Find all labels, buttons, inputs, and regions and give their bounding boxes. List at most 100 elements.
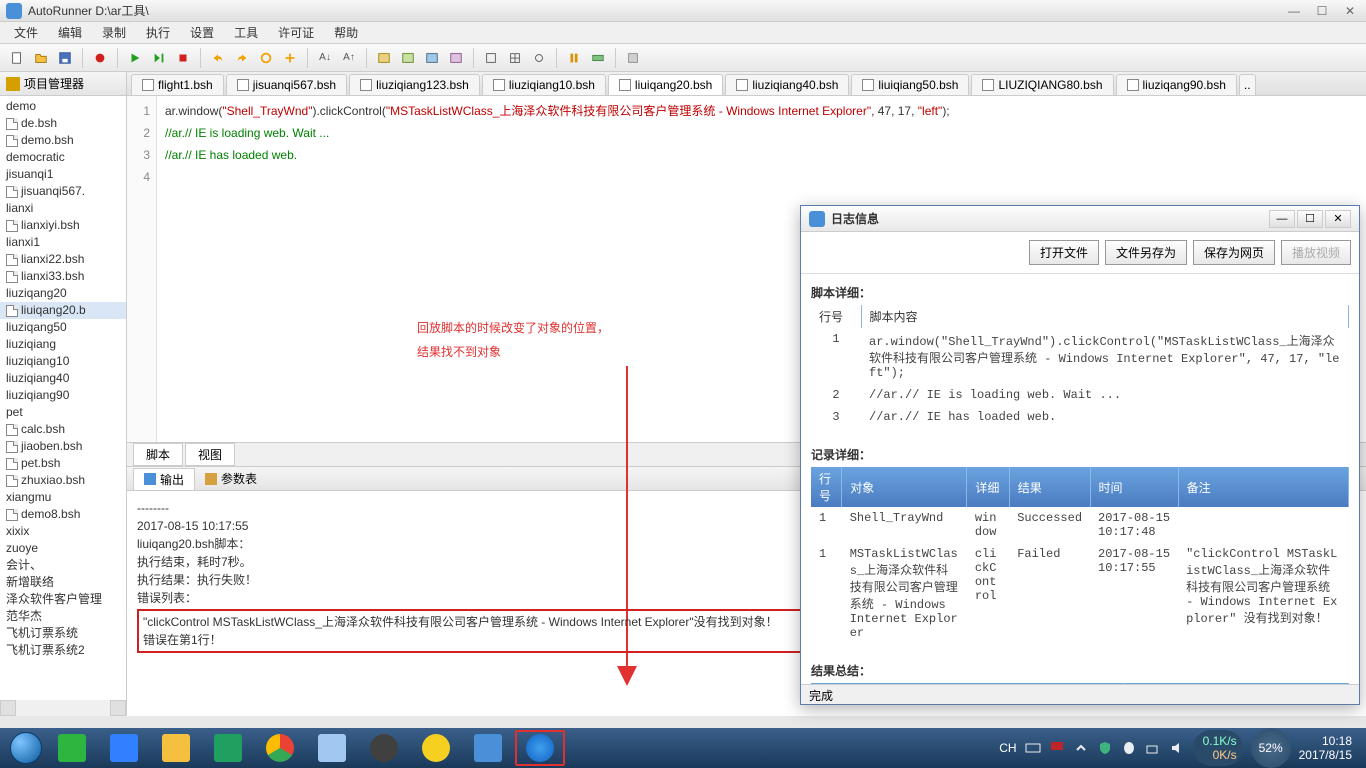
menu-item[interactable]: 工具 bbox=[224, 22, 268, 43]
log-minimize-button[interactable]: — bbox=[1269, 210, 1295, 228]
sidebar-item[interactable]: pet.bsh bbox=[0, 455, 126, 472]
log-titlebar[interactable]: 日志信息 — ☐ ✕ bbox=[801, 206, 1359, 232]
sidebar-item[interactable]: liuziqiang40 bbox=[0, 370, 126, 387]
open-file-button[interactable]: 打开文件 bbox=[1029, 240, 1099, 265]
qq-icon[interactable] bbox=[1121, 740, 1137, 756]
save-button[interactable] bbox=[54, 47, 76, 69]
close-button[interactable]: ✕ bbox=[1340, 4, 1360, 18]
sidebar-item[interactable]: liuziqang20 bbox=[0, 285, 126, 302]
toolI-button[interactable] bbox=[622, 47, 644, 69]
menu-item[interactable]: 设置 bbox=[180, 22, 224, 43]
toolE-button[interactable] bbox=[480, 47, 502, 69]
menu-item[interactable]: 执行 bbox=[136, 22, 180, 43]
editor-tab[interactable]: LIUZIQIANG80.bsh bbox=[971, 74, 1113, 95]
sidebar-item[interactable]: demo bbox=[0, 98, 126, 115]
task-explorer[interactable] bbox=[151, 730, 201, 766]
minimize-button[interactable]: — bbox=[1284, 4, 1304, 18]
sidebar-item[interactable]: xixix bbox=[0, 523, 126, 540]
font-smaller-button[interactable]: A↓ bbox=[314, 47, 336, 69]
sidebar-item[interactable]: liuziqang50 bbox=[0, 319, 126, 336]
sidebar-item[interactable]: 飞机订票系统 bbox=[0, 625, 126, 642]
sidebar-item[interactable]: xiangmu bbox=[0, 489, 126, 506]
tab-output[interactable]: 输出 bbox=[133, 468, 195, 490]
task-autorunner[interactable] bbox=[463, 730, 513, 766]
editor-tab[interactable]: liuziqiang123.bsh bbox=[349, 74, 480, 95]
sidebar-item[interactable]: 范华杰 bbox=[0, 608, 126, 625]
tab-params[interactable]: 参数表 bbox=[195, 468, 267, 489]
play-video-button[interactable]: 播放视频 bbox=[1281, 240, 1351, 265]
maximize-button[interactable]: ☐ bbox=[1312, 4, 1332, 18]
keyboard-icon[interactable] bbox=[1025, 740, 1041, 756]
record-button[interactable] bbox=[89, 47, 111, 69]
sidebar-item[interactable]: liuziqiang bbox=[0, 336, 126, 353]
save-as-button[interactable]: 文件另存为 bbox=[1105, 240, 1187, 265]
redo-button[interactable] bbox=[231, 47, 253, 69]
save-html-button[interactable]: 保存为网页 bbox=[1193, 240, 1275, 265]
tab-script[interactable]: 脚本 bbox=[133, 443, 183, 466]
task-chrome[interactable] bbox=[255, 730, 305, 766]
sidebar-item[interactable]: 新增联络 bbox=[0, 574, 126, 591]
toolF-button[interactable] bbox=[504, 47, 526, 69]
task-notepad[interactable] bbox=[307, 730, 357, 766]
sidebar-item[interactable]: jiaoben.bsh bbox=[0, 438, 126, 455]
run-button[interactable] bbox=[124, 47, 146, 69]
network-icon[interactable] bbox=[1145, 740, 1161, 756]
editor-tab[interactable]: liuziqang90.bsh bbox=[1116, 74, 1237, 95]
sidebar-item[interactable]: liuziqiang10 bbox=[0, 353, 126, 370]
scroll-right-button[interactable] bbox=[110, 700, 126, 716]
toolC-button[interactable] bbox=[421, 47, 443, 69]
task-app2[interactable] bbox=[411, 730, 461, 766]
sidebar-item[interactable]: liuiqang20.b bbox=[0, 302, 126, 319]
sidebar-item[interactable]: de.bsh bbox=[0, 115, 126, 132]
log-close-button[interactable]: ✕ bbox=[1325, 210, 1351, 228]
sidebar-item[interactable]: demo8.bsh bbox=[0, 506, 126, 523]
scroll-left-button[interactable] bbox=[0, 700, 16, 716]
toolD-button[interactable] bbox=[445, 47, 467, 69]
sidebar-item[interactable]: liuziqiang90 bbox=[0, 387, 126, 404]
sidebar-item[interactable]: zuoye bbox=[0, 540, 126, 557]
task-wechat[interactable] bbox=[47, 730, 97, 766]
sidebar-item[interactable]: calc.bsh bbox=[0, 421, 126, 438]
editor-tab[interactable]: liuziqiang10.bsh bbox=[482, 74, 606, 95]
editor-tab[interactable]: liuiqiang50.bsh bbox=[851, 74, 969, 95]
sidebar-item[interactable]: 泽众软件客户管理 bbox=[0, 591, 126, 608]
toolG-button[interactable] bbox=[528, 47, 550, 69]
log-window[interactable]: 日志信息 — ☐ ✕ 打开文件 文件另存为 保存为网页 播放视频 脚本详细： 行… bbox=[800, 205, 1360, 705]
sidebar-item[interactable]: lianxi bbox=[0, 200, 126, 217]
sidebar-item[interactable]: pet bbox=[0, 404, 126, 421]
toolH-button[interactable] bbox=[587, 47, 609, 69]
task-app1[interactable] bbox=[359, 730, 409, 766]
menu-item[interactable]: 编辑 bbox=[48, 22, 92, 43]
sidebar-item[interactable]: 会计、 bbox=[0, 557, 126, 574]
stop-button[interactable] bbox=[172, 47, 194, 69]
open-button[interactable] bbox=[30, 47, 52, 69]
task-ie[interactable] bbox=[515, 730, 565, 766]
editor-tab[interactable]: jisuanqi567.bsh bbox=[226, 74, 347, 95]
menu-item[interactable]: 录制 bbox=[92, 22, 136, 43]
clock[interactable]: 10:18 2017/8/15 bbox=[1299, 734, 1352, 762]
editor-tab[interactable]: flight1.bsh bbox=[131, 74, 224, 95]
chevron-up-icon[interactable] bbox=[1073, 740, 1089, 756]
menu-item[interactable]: 文件 bbox=[4, 22, 48, 43]
sidebar-item[interactable]: democratic bbox=[0, 149, 126, 166]
flag-icon[interactable] bbox=[1049, 740, 1065, 756]
sidebar-item[interactable]: demo.bsh bbox=[0, 132, 126, 149]
sidebar-item[interactable]: jisuanqi1 bbox=[0, 166, 126, 183]
menu-item[interactable]: 帮助 bbox=[324, 22, 368, 43]
tab-overflow[interactable]: .. bbox=[1239, 74, 1256, 95]
sidebar-item[interactable]: lianxi33.bsh bbox=[0, 268, 126, 285]
task-wps[interactable] bbox=[99, 730, 149, 766]
tab-view[interactable]: 视图 bbox=[185, 443, 235, 466]
net-speed-widget[interactable]: 0.1K/s 0K/s bbox=[1193, 730, 1243, 766]
tool3-button[interactable] bbox=[255, 47, 277, 69]
ime-indicator[interactable]: CH bbox=[999, 741, 1016, 755]
sidebar-item[interactable]: jisuanqi567. bbox=[0, 183, 126, 200]
run-step-button[interactable] bbox=[148, 47, 170, 69]
start-button[interactable] bbox=[6, 728, 46, 768]
font-larger-button[interactable]: A↑ bbox=[338, 47, 360, 69]
volume-icon[interactable] bbox=[1169, 740, 1185, 756]
editor-tab[interactable]: liuziqiang40.bsh bbox=[725, 74, 849, 95]
toolA-button[interactable] bbox=[373, 47, 395, 69]
pause-button[interactable] bbox=[563, 47, 585, 69]
log-body[interactable]: 脚本详细： 行号 脚本内容 1ar.window("Shell_TrayWnd"… bbox=[801, 274, 1359, 684]
